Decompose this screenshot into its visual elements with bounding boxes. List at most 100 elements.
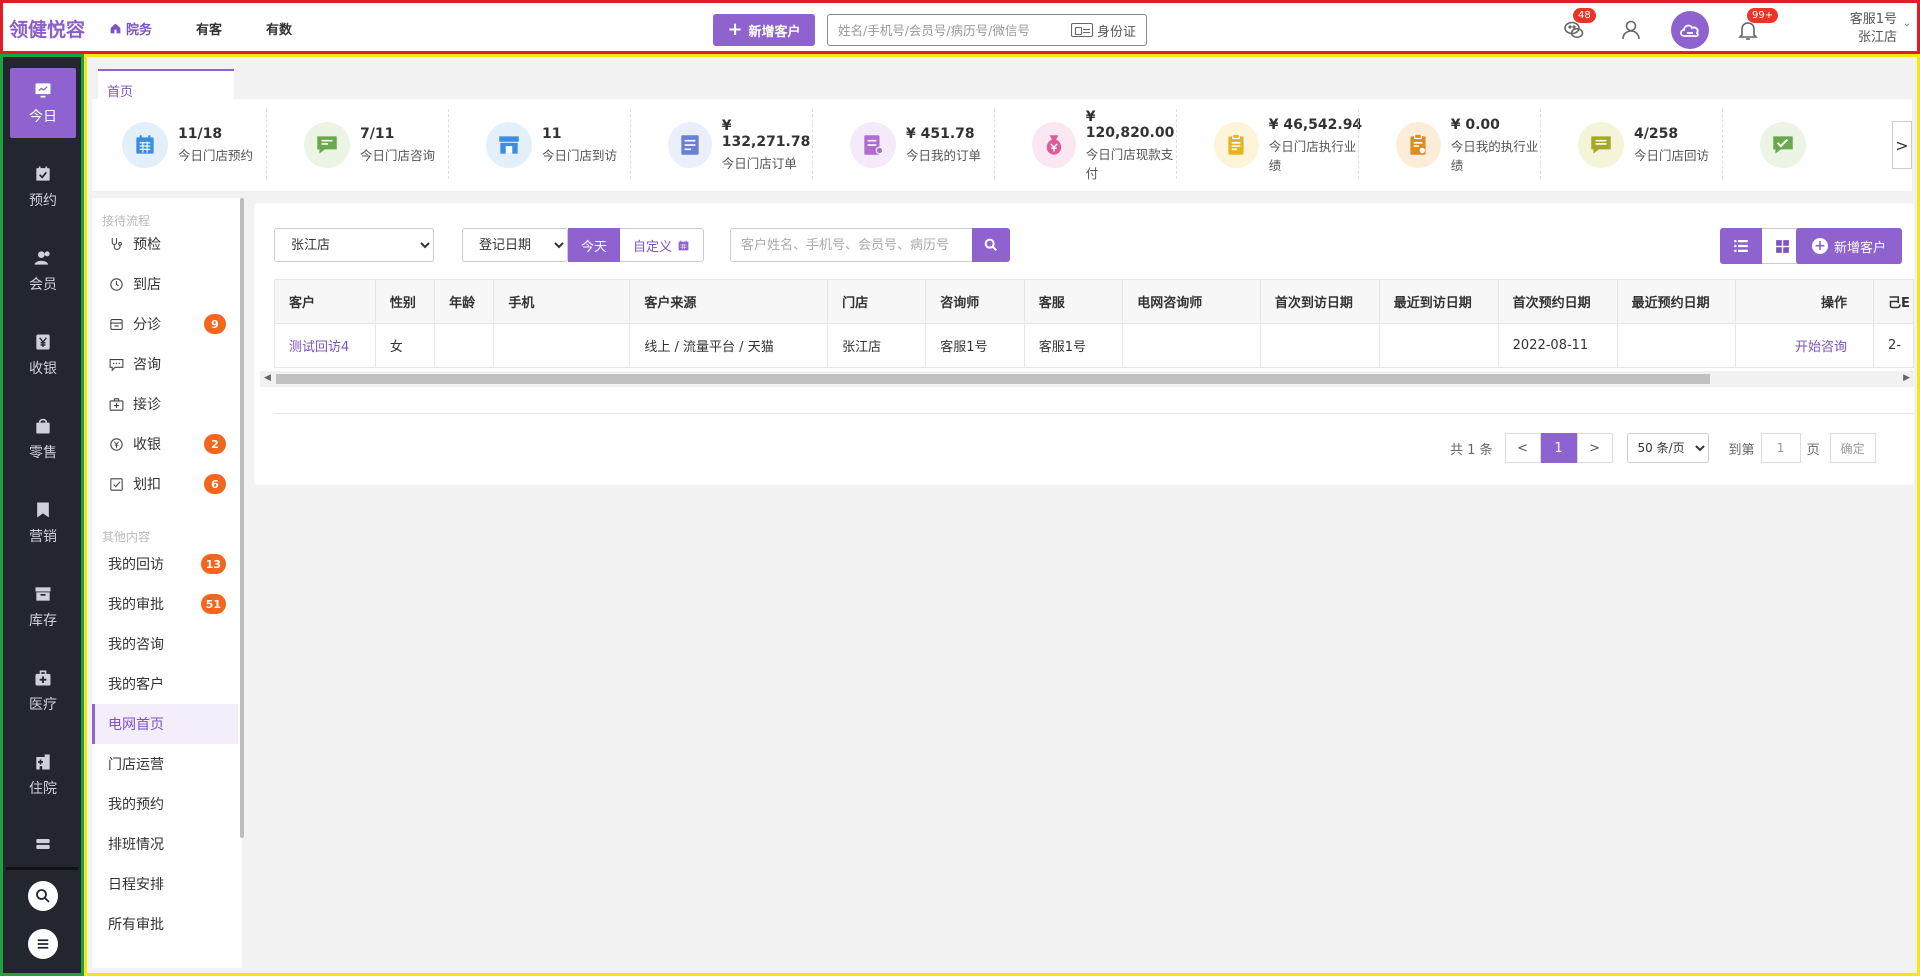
idcard-read-button[interactable]: 身份证 — [1070, 21, 1136, 40]
menu-item-other-2[interactable]: 我的审批 51 — [92, 584, 238, 624]
scrollbar-thumb[interactable] — [276, 374, 1710, 384]
notification-button[interactable]: 99+ — [1729, 8, 1779, 49]
stats-next-button[interactable]: > — [1892, 121, 1912, 169]
sidebar-menu-button[interactable] — [28, 929, 58, 959]
stat-card[interactable]: ¥ 132,271.78 今日门店订单 — [638, 99, 820, 191]
wechat-button[interactable]: 48 — [1555, 8, 1596, 49]
column-header[interactable]: 年龄 — [434, 279, 495, 324]
column-header[interactable]: 首次预约日期 — [1497, 279, 1618, 324]
stat-card[interactable]: ¥ 46,542.94 今日门店执行业绩 — [1184, 99, 1366, 191]
menu-item-other-8[interactable]: 排班情况 — [92, 824, 238, 864]
column-header[interactable]: 首次到访日期 — [1259, 279, 1380, 324]
menu-item-other-3[interactable]: 我的咨询 — [92, 624, 238, 664]
user-button[interactable] — [1613, 11, 1651, 49]
add-customer-label: 新增客户 — [748, 24, 801, 40]
sidebar-item-hospital[interactable]: 住院 — [10, 740, 76, 810]
sidebar-item-inventory[interactable]: 库存 — [10, 572, 76, 642]
column-header[interactable]: 客户来源 — [629, 279, 829, 324]
sidebar-search-button[interactable] — [28, 881, 58, 911]
horizontal-scrollbar[interactable]: ◀ ▶ — [260, 371, 1914, 387]
start-consult-link[interactable]: 开始咨询 — [1735, 323, 1875, 368]
stat-card[interactable]: 11 今日门店到访 — [456, 99, 638, 191]
column-header[interactable]: 客服 — [1023, 279, 1124, 324]
customer-search-button[interactable] — [972, 228, 1010, 262]
next-page-button[interactable]: > — [1576, 433, 1613, 463]
list-view-button[interactable] — [1720, 228, 1762, 264]
store-select[interactable]: 张江店 — [274, 228, 434, 262]
column-header[interactable]: 操作 — [1735, 279, 1875, 324]
nav-item-youke[interactable]: 有客 — [196, 19, 222, 38]
sidebar-item-cashier[interactable]: 收银 — [10, 320, 76, 390]
menu-item-other-6[interactable]: 门店运营 — [92, 744, 238, 784]
scroll-left-icon[interactable]: ◀ — [264, 373, 271, 383]
stat-card[interactable]: ¥ 0.00 今日我的执行业绩 — [1366, 99, 1548, 191]
stat-label: 今日门店执行业绩 — [1268, 138, 1357, 173]
stat-card[interactable]: 11/18 今日门店预约 — [92, 99, 274, 191]
sidebar-item-medical[interactable]: 医疗 — [10, 656, 76, 726]
stat-card[interactable]: 7/11 今日门店咨询 — [274, 99, 456, 191]
submenu-scrollbar[interactable] — [240, 198, 244, 838]
column-header[interactable]: 己E — [1873, 279, 1914, 324]
stat-card[interactable] — [1730, 99, 1912, 191]
menu-item-4[interactable]: 咨询 — [92, 344, 238, 384]
sidebar-item-retail[interactable]: 零售 — [10, 404, 76, 474]
menu-item-label: 排班情况 — [108, 837, 164, 853]
menu-item-other-10[interactable]: 所有审批 — [92, 904, 238, 944]
custom-date-button[interactable]: 自定义 — [620, 228, 704, 262]
app-logo[interactable]: 领健悦容 — [9, 15, 85, 42]
prev-page-button[interactable]: < — [1504, 433, 1541, 463]
column-header[interactable]: 门店 — [827, 279, 927, 324]
sidebar-item-today[interactable]: 今日 — [10, 68, 76, 138]
global-search-input[interactable] — [838, 22, 1071, 38]
history-icon — [110, 277, 123, 291]
menu-item-7[interactable]: 划扣 6 — [92, 464, 238, 504]
stat-divider — [266, 109, 267, 179]
column-header[interactable]: 咨询师 — [925, 279, 1025, 324]
table-cell — [1378, 323, 1499, 368]
menu-item-6[interactable]: 收银 2 — [92, 424, 238, 464]
sidebar-item-appointment[interactable]: 预约 — [10, 152, 76, 222]
today-button[interactable]: 今天 — [568, 228, 620, 262]
cloud-button[interactable] — [1671, 11, 1709, 49]
user-menu[interactable]: 客服1号 张江店 ⌄ — [1850, 11, 1911, 47]
sidebar-item-more[interactable] — [10, 824, 76, 864]
column-header[interactable]: 电网咨询师 — [1122, 279, 1261, 324]
column-header[interactable]: 客户 — [274, 279, 376, 324]
column-header[interactable]: 手机 — [493, 279, 631, 324]
menu-item-2[interactable]: 到店 — [92, 264, 238, 304]
customer-name-link[interactable]: 测试回访4 — [274, 323, 376, 368]
stat-card[interactable]: 4/258 今日门店回访 — [1548, 99, 1730, 191]
add-customer-button[interactable]: + 新增客户 — [1796, 228, 1902, 264]
header-icons: 48 99+ — [1555, 8, 1779, 49]
menu-item-3[interactable]: 分诊 9 — [92, 304, 238, 344]
page-number-button[interactable]: 1 — [1540, 433, 1577, 463]
column-header[interactable]: 最近预约日期 — [1616, 279, 1737, 324]
menu-item-5[interactable]: 接诊 — [92, 384, 238, 424]
table-row[interactable]: 测试回访4 女线上 / 流量平台 / 天猫 张江店 客服1号 客服1号 2022-08-1… — [274, 323, 1914, 368]
tab-home[interactable]: 首页 — [98, 69, 234, 100]
stat-card[interactable]: ¥ 120,820.00 今日门店现款支付 — [1002, 99, 1184, 191]
menu-item-other-4[interactable]: 我的客户 — [92, 664, 238, 704]
menu-item-1[interactable]: 预检 — [92, 224, 238, 264]
goto-page-input[interactable] — [1760, 433, 1801, 463]
nav-item-youshu[interactable]: 有数 — [266, 19, 292, 38]
customer-search-input[interactable] — [730, 228, 972, 262]
menu-item-other-9[interactable]: 日程安排 — [92, 864, 238, 904]
column-header[interactable]: 最近到访日期 — [1378, 279, 1499, 324]
top-add-customer-button[interactable]: + 新增客户 — [713, 14, 815, 46]
shopping-bag-icon — [36, 418, 50, 434]
column-header[interactable]: 性别 — [374, 279, 436, 324]
sidebar-item-marketing[interactable]: 营销 — [10, 488, 76, 558]
menu-item-other-5[interactable]: 电网首页 — [92, 704, 238, 744]
nav-item-yuanwu[interactable]: 院务 — [109, 19, 152, 38]
goto-confirm-button[interactable]: 确定 — [1829, 433, 1876, 463]
sidebar-item-member[interactable]: 会员 — [10, 236, 76, 306]
page-size-select[interactable]: 50 条/页 — [1626, 433, 1709, 463]
menu-item-other-7[interactable]: 我的预约 — [92, 784, 238, 824]
menu-item-other-1[interactable]: 我的回访 13 — [92, 544, 238, 584]
add-customer-label: 新增客户 — [1833, 240, 1886, 256]
stat-card[interactable]: ¥ 451.78 今日我的订单 — [820, 99, 1002, 191]
stat-text: ¥ 120,820.00 今日门店现款支付 — [1086, 109, 1184, 182]
date-type-select[interactable]: 登记日期 — [462, 228, 568, 262]
scroll-right-icon[interactable]: ▶ — [1903, 373, 1910, 383]
